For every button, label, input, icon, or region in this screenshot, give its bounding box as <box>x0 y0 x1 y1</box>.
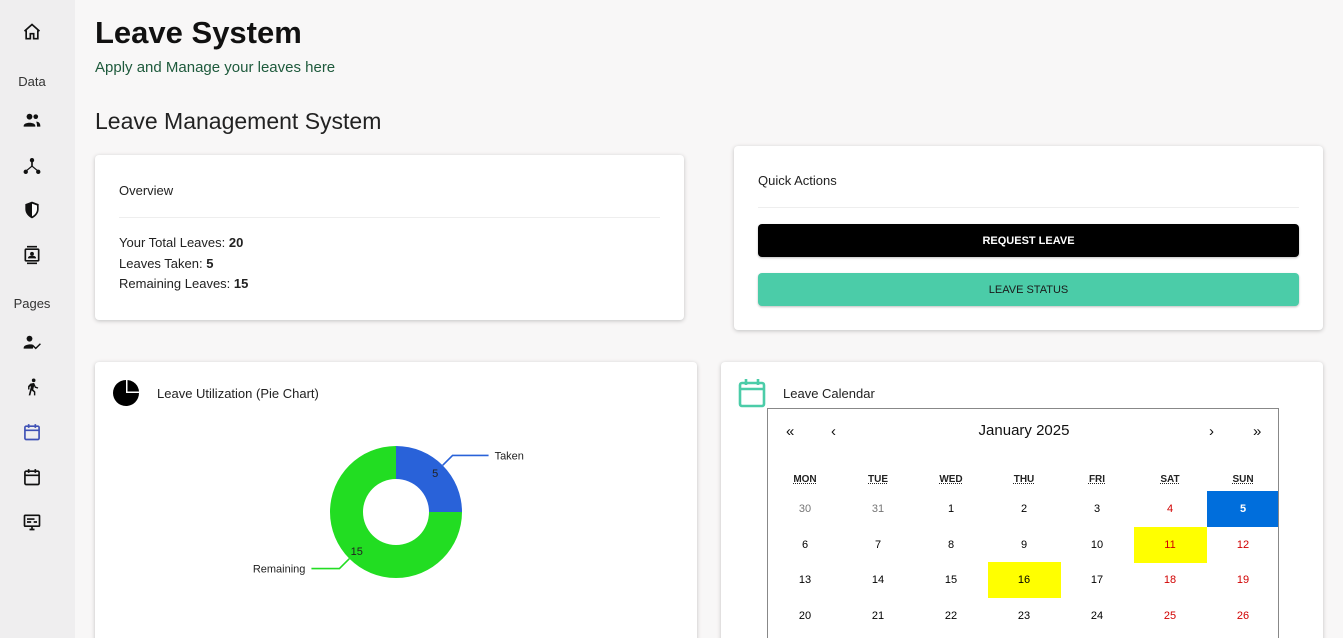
page-subtitle: Apply and Manage your leaves here <box>95 59 336 76</box>
calendar-widget: « ‹ January 2025 › » MON TUE WED THU FRI SAT S… <box>767 408 1279 638</box>
overview-title: Overview <box>119 183 174 198</box>
monitor-icon[interactable] <box>20 510 44 534</box>
total-leaves-line: Your Total Leaves: 20 <box>119 233 248 254</box>
running-person-icon[interactable] <box>20 375 44 399</box>
pie-series-label: Remaining <box>253 564 306 576</box>
calendar-day[interactable]: 11 <box>1133 526 1207 563</box>
page-title: Leave System <box>95 15 302 50</box>
overview-divider <box>119 217 660 218</box>
leaves-taken-label: Leaves Taken: <box>119 255 207 271</box>
calendar-day[interactable]: 26 <box>1207 598 1279 634</box>
section-title: Leave Management System <box>95 108 382 134</box>
calendar-day[interactable]: 14 <box>842 562 915 598</box>
pie-chart-card: Leave Utilization (Pie Chart) 5 Taken 15 Re… <box>95 362 697 638</box>
calendar-day[interactable]: 8 <box>915 527 988 563</box>
request-leave-button[interactable]: REQUEST LEAVE <box>758 224 1299 257</box>
calendar-day[interactable]: 13 <box>769 562 842 598</box>
shield-icon[interactable] <box>20 198 44 222</box>
quick-actions-divider <box>758 207 1299 208</box>
pie-value-label: 5 <box>432 468 438 480</box>
calendar-day[interactable]: 7 <box>842 527 915 563</box>
leave-status-button[interactable]: LEAVE STATUS <box>758 273 1299 306</box>
calendar-weekday: FRI <box>1088 474 1106 485</box>
remaining-leaves-label: Remaining Leaves: <box>119 276 234 291</box>
calendar-day[interactable]: 25 <box>1134 598 1207 634</box>
leaves-taken-value: 5 <box>206 255 214 271</box>
calendar-day[interactable]: 19 <box>1207 562 1279 598</box>
calendar-weekday: TUE <box>868 474 888 485</box>
calendar-day[interactable]: 9 <box>988 527 1061 563</box>
calendar-day[interactable]: 5 <box>1206 491 1278 527</box>
calendar-icon[interactable] <box>20 420 44 444</box>
total-leaves-value: 20 <box>228 235 244 250</box>
calendar-next-month-button[interactable]: › <box>1209 423 1214 440</box>
calendar-weekday: SUN <box>1232 474 1254 485</box>
pie-series-label: Taken <box>495 450 524 462</box>
pie-chart: 5 Taken 15 Remaining <box>253 446 524 578</box>
calendar-day[interactable]: 18 <box>1134 562 1207 598</box>
remaining-leaves-value: 15 <box>233 276 249 291</box>
calendar-day[interactable]: 20 <box>769 598 842 634</box>
calendar-alt-icon[interactable] <box>20 465 44 489</box>
total-leaves-label: Your Total Leaves: <box>119 235 229 250</box>
pie-leader-line <box>311 558 350 570</box>
sidebar-section-data: Data <box>18 74 46 89</box>
home-icon[interactable] <box>20 20 44 44</box>
calendar-day[interactable]: 17 <box>1061 562 1134 598</box>
pie-value-label: 15 <box>351 546 363 558</box>
sidebar: Data Pages <box>0 0 75 638</box>
calendar-day[interactable]: 2 <box>988 491 1061 527</box>
calendar-weekday: MON <box>793 474 817 485</box>
calendar-day[interactable]: 30 <box>769 491 842 527</box>
calendar-day[interactable]: 10 <box>1061 527 1134 563</box>
calendar-card: Leave Calendar « ‹ January 2025 › » MON T… <box>721 362 1323 638</box>
sidebar-section-pages: Pages <box>13 296 51 311</box>
remaining-leaves-line: Remaining Leaves: 15 <box>119 274 248 295</box>
calendar-title: Leave Calendar <box>783 386 875 401</box>
calendar-weekday: SAT <box>1160 474 1180 485</box>
hierarchy-icon[interactable] <box>20 154 44 178</box>
quick-actions-card: Quick Actions REQUEST LEAVE LEAVE STATUS <box>734 146 1323 330</box>
calendar-day[interactable]: 24 <box>1061 598 1134 634</box>
calendar-weekday: WED <box>939 474 963 485</box>
calendar-day[interactable]: 21 <box>842 598 915 634</box>
calendar-card-icon <box>738 378 766 408</box>
calendar-day[interactable]: 3 <box>1061 491 1134 527</box>
calendar-day[interactable]: 15 <box>915 562 988 598</box>
team-icon[interactable] <box>20 108 44 132</box>
calendar-day[interactable]: 6 <box>769 527 842 563</box>
calendar-month-label[interactable]: January 2025 <box>768 422 1278 439</box>
leaves-taken-line: Leaves Taken: 5 <box>119 254 248 275</box>
calendar-day[interactable]: 4 <box>1134 491 1207 527</box>
contacts-icon[interactable] <box>20 243 44 267</box>
calendar-day[interactable]: 1 <box>915 491 988 527</box>
calendar-day[interactable]: 12 <box>1207 527 1279 563</box>
user-check-icon[interactable] <box>20 330 44 354</box>
calendar-day[interactable]: 23 <box>988 598 1061 634</box>
calendar-day[interactable]: 22 <box>915 598 988 634</box>
overview-stats: Your Total Leaves: 20 Leaves Taken: 5 Re… <box>119 233 248 295</box>
overview-card: Overview Your Total Leaves: 20 Leaves Ta… <box>95 155 684 320</box>
quick-actions-title: Quick Actions <box>758 173 837 188</box>
calendar-day[interactable]: 31 <box>842 491 915 527</box>
pie-leader-line <box>442 454 489 466</box>
calendar-weekday: THU <box>1013 474 1035 485</box>
calendar-day[interactable]: 16 <box>987 562 1061 598</box>
calendar-next-year-button[interactable]: » <box>1253 423 1261 440</box>
